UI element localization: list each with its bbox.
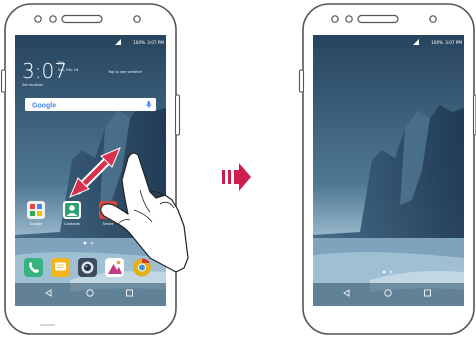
phone-icon <box>24 258 43 277</box>
weather-hint[interactable]: Tap to see weather <box>107 70 143 74</box>
page-indicator-active <box>83 241 87 245</box>
app-label: Google <box>30 222 43 226</box>
app-label: Smart <box>103 222 114 226</box>
page-indicator-active <box>382 270 386 274</box>
google-search-bar[interactable]: Google <box>25 98 156 111</box>
right-phone: 100% 3:07 PM <box>298 3 476 335</box>
triple-arrow-right-icon <box>222 163 251 191</box>
location-label[interactable]: Set location <box>22 83 43 87</box>
dock-phone[interactable] <box>24 258 43 277</box>
dock-messaging[interactable] <box>51 258 70 277</box>
google-logo: Google <box>32 103 56 110</box>
dock-gallery[interactable] <box>105 258 124 277</box>
illustration: 100% 3:07 PM 3:07 PM Sat, Feb 18 Set loca… <box>0 3 476 335</box>
right-screen <box>313 35 464 306</box>
app-contacts[interactable]: Contacts <box>63 201 81 226</box>
google-folder-icon <box>27 201 45 219</box>
dock-chrome[interactable] <box>133 258 151 277</box>
dock-camera[interactable] <box>78 258 97 277</box>
page-indicator <box>90 241 94 245</box>
app-label: Contacts <box>64 222 80 226</box>
app-google-folder[interactable]: Google <box>27 201 45 226</box>
right-status-text: 100% 3:07 PM <box>431 40 462 45</box>
clock-period: PM <box>58 61 64 66</box>
left-status-text: 100% 3:07 PM <box>133 40 164 45</box>
left-phone: 100% 3:07 PM 3:07 PM Sat, Feb 18 Set loca… <box>0 3 181 335</box>
clock-date: Sat, Feb 18 <box>58 68 79 72</box>
page-indicator <box>389 270 393 274</box>
